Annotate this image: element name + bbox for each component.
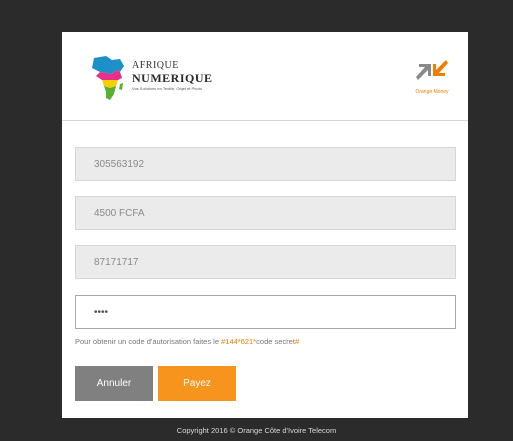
brand-line-2: NUMERIQUE [132, 71, 213, 85]
hint-prefix: Pour obtenir un code d'autorisation fait… [75, 337, 222, 346]
authorization-hint: Pour obtenir un code d'autorisation fait… [75, 337, 299, 346]
hint-code-secret: code secret [256, 337, 295, 346]
orange-money-arrows-icon [416, 60, 448, 80]
card-header: AFRIQUE NUMERIQUE Vos Solutions en Texti… [62, 32, 468, 121]
amount-field[interactable] [75, 196, 456, 230]
payment-card: AFRIQUE NUMERIQUE Vos Solutions en Texti… [62, 32, 468, 418]
orange-money-label: Orange Money [415, 89, 449, 95]
phone-number-field[interactable] [75, 245, 456, 279]
cancel-button[interactable]: Annuler [75, 366, 153, 401]
hint-hash: # [294, 337, 300, 346]
brand-tagline: Vos Solutions en Textile, Objet et Photo [132, 86, 202, 91]
hint-ussd-code: #144*621* [221, 337, 257, 346]
orange-money-logo: Orange Money [406, 54, 458, 104]
footer-copyright: Copyright 2016 © Orange Côte d'Ivoire Te… [176, 426, 337, 435]
afrique-numerique-logo: AFRIQUE NUMERIQUE Vos Solutions en Texti… [86, 54, 236, 102]
account-number-field[interactable] [75, 147, 456, 181]
page-background: AFRIQUE NUMERIQUE Vos Solutions en Texti… [0, 0, 513, 441]
africa-map-icon [92, 56, 124, 100]
pay-button[interactable]: Payez [158, 366, 236, 401]
secret-code-field[interactable] [75, 295, 456, 329]
brand-line-1: AFRIQUE [132, 60, 179, 71]
